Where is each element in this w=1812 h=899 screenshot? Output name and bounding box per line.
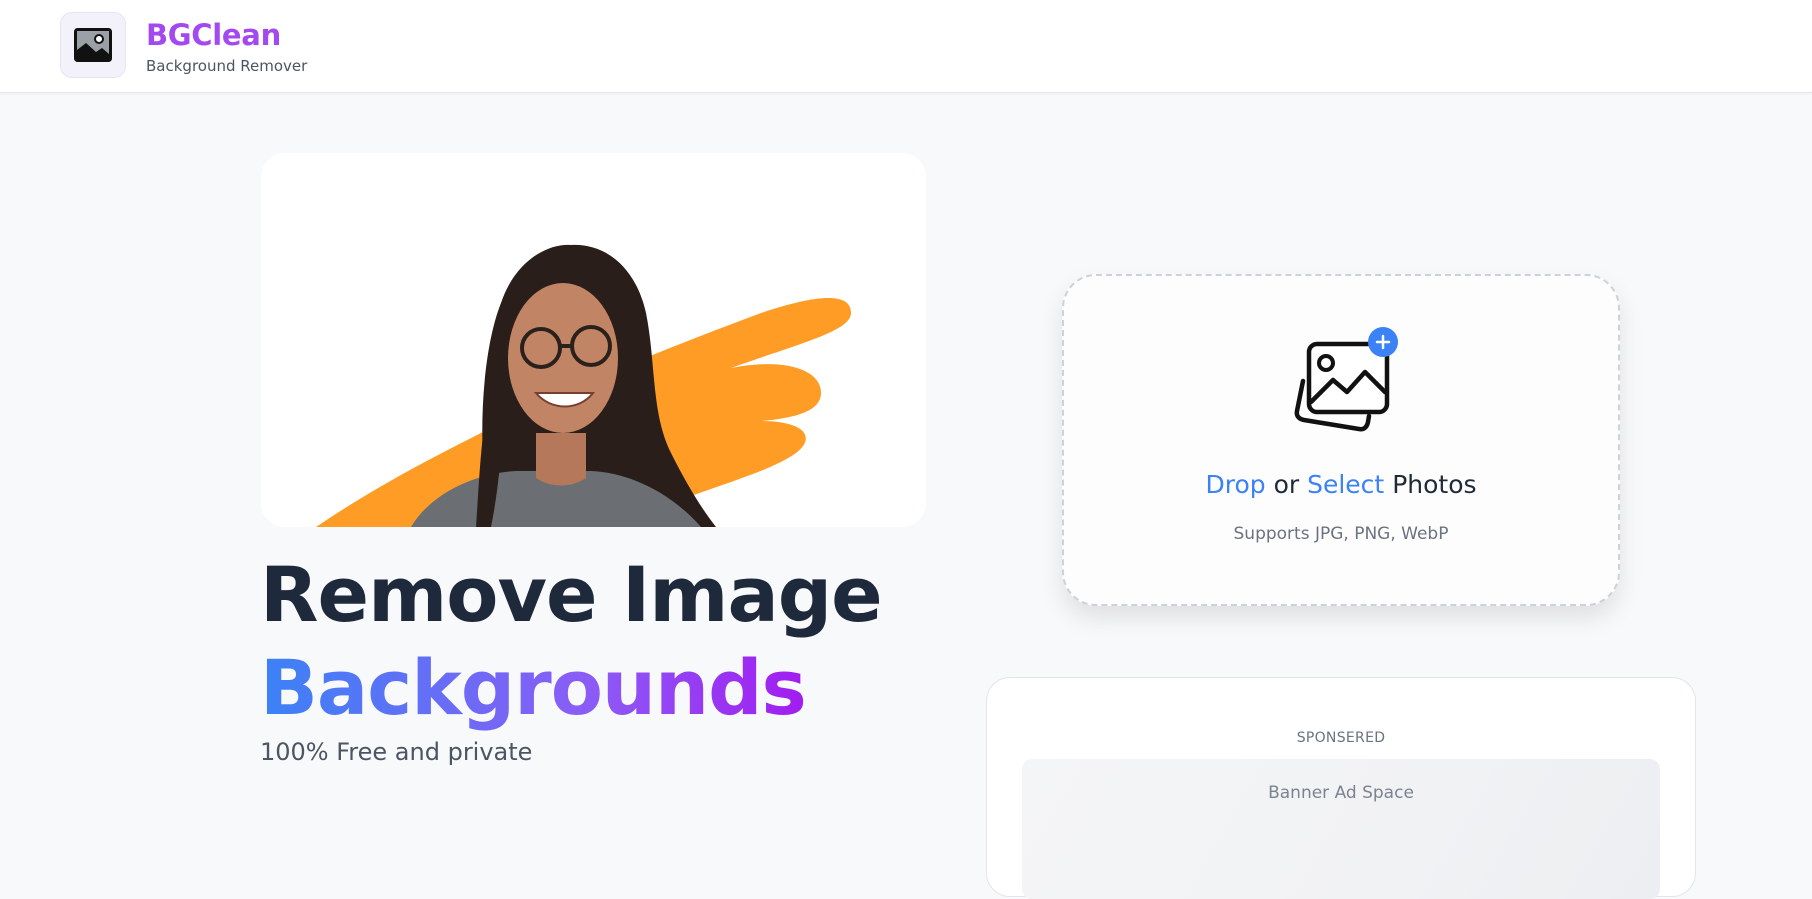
logo[interactable] xyxy=(60,12,126,78)
image-icon xyxy=(74,28,112,62)
hero-image xyxy=(261,153,926,527)
sponsored-label: SPONSERED xyxy=(1296,730,1386,746)
hero-tagline: 100% Free and private xyxy=(260,738,533,766)
or-text: or xyxy=(1273,470,1300,499)
brand-name: BGClean xyxy=(146,18,281,52)
supported-formats: Supports JPG, PNG, WebP xyxy=(1233,524,1449,544)
hero-title-line2: Backgrounds xyxy=(260,643,807,732)
top-header: BGClean Background Remover xyxy=(0,0,1812,93)
brand-subtitle: Background Remover xyxy=(146,57,308,75)
ad-placeholder-text: Banner Ad Space xyxy=(1268,783,1414,803)
neck xyxy=(536,433,586,486)
sponsored-card: SPONSERED Banner Ad Space xyxy=(986,677,1696,899)
banner-ad[interactable]: Banner Ad Space xyxy=(1022,759,1660,899)
select-link[interactable]: Select xyxy=(1307,470,1384,499)
hero-illustration xyxy=(316,244,851,527)
upload-dropzone[interactable]: Drop or Select Photos Supports JPG, PNG,… xyxy=(1062,274,1620,606)
hero-title-line1: Remove Image xyxy=(260,550,883,639)
drop-link[interactable]: Drop xyxy=(1205,470,1265,499)
add-photos-icon xyxy=(1294,327,1398,432)
drop-or-select-text: Drop or Select Photos xyxy=(1064,470,1618,499)
photos-text: Photos xyxy=(1392,470,1477,499)
